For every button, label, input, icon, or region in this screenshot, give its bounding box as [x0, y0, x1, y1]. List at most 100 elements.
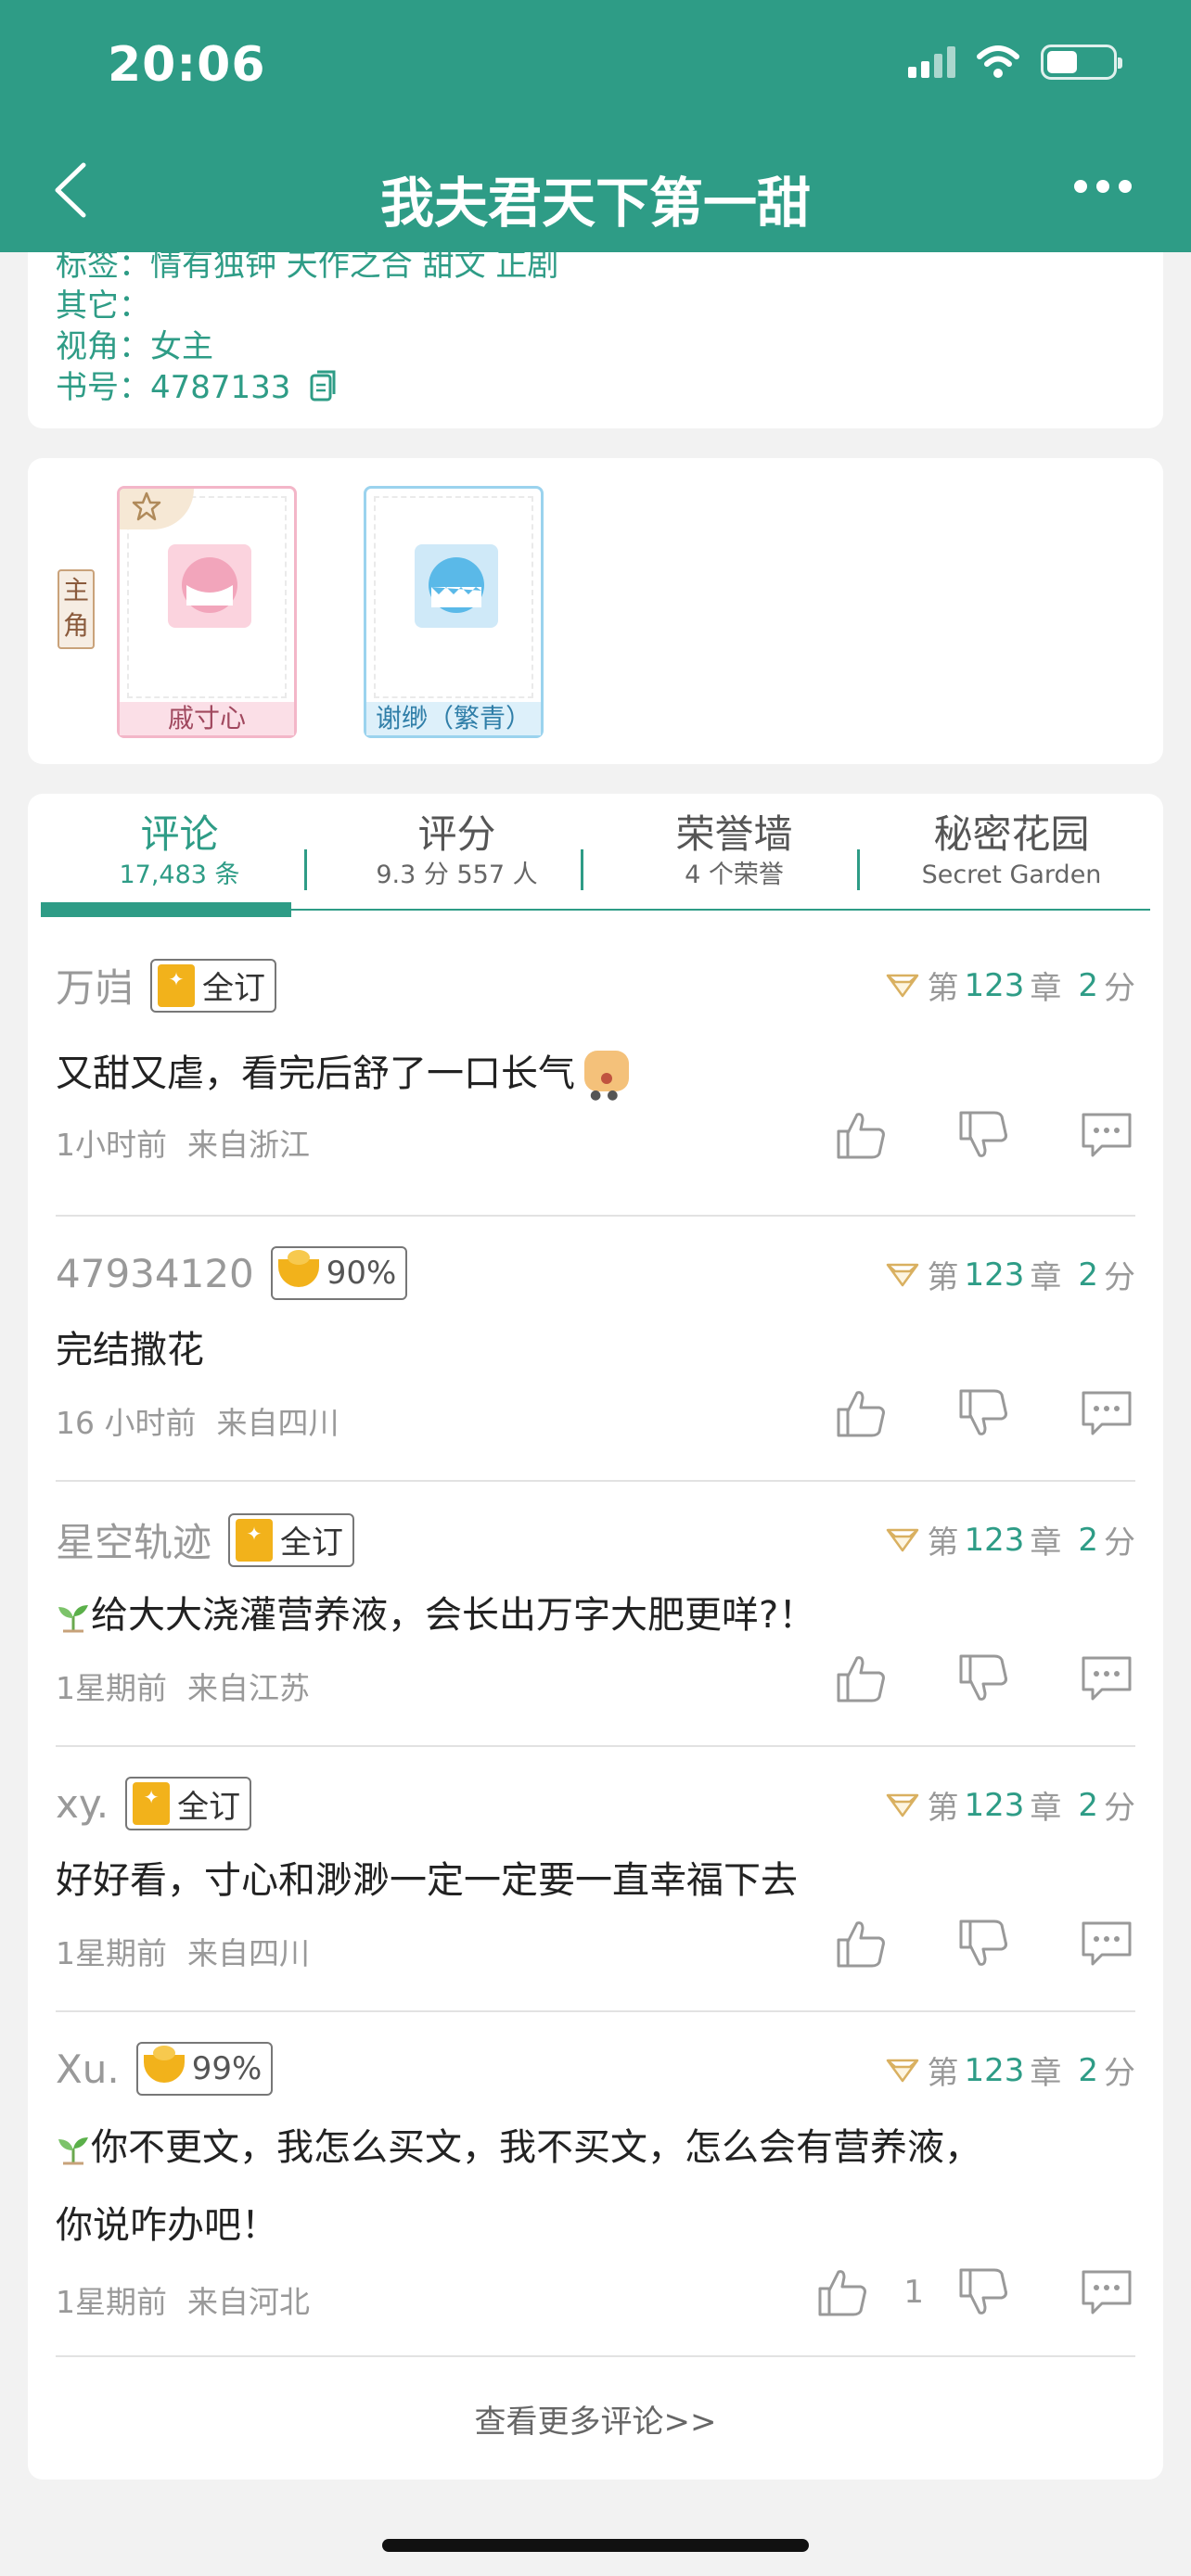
- comment-actions: [768, 1109, 1135, 1161]
- comment-bubble-icon[interactable]: [1078, 2266, 1135, 2318]
- home-indicator[interactable]: [382, 2539, 809, 2552]
- chapter-suffix: 章: [1030, 1259, 1062, 1296]
- comment-bubble-icon[interactable]: [1078, 1109, 1135, 1161]
- subscription-badge: 全订: [150, 958, 277, 1013]
- bookmark-icon: [158, 963, 196, 1007]
- bookmark-icon: [236, 1518, 274, 1562]
- score-number: 2: [1078, 1786, 1098, 1824]
- book-id-row: 书号：4787133: [56, 362, 339, 407]
- like-count: 1: [903, 2274, 924, 2311]
- tab-honor-wall[interactable]: 荣誉墙 4 个荣誉: [596, 810, 873, 890]
- tab-ratings[interactable]: 评分 9.3 分 557 人: [318, 810, 596, 890]
- thumbs-down-icon[interactable]: [955, 1652, 1013, 1704]
- comment-location: 来自四川: [187, 1935, 310, 1971]
- avatar: [415, 544, 498, 628]
- tab-label: 荣誉墙: [675, 811, 793, 857]
- pov-value: 女主: [150, 328, 213, 365]
- chapter-suffix: 章: [1030, 1524, 1062, 1562]
- emoji-face-icon: [584, 1051, 629, 1134]
- score-suffix: 分: [1104, 1790, 1135, 1827]
- characters-card: 主角 戚寸心 谢缈（繁青）: [28, 458, 1163, 764]
- diamond-icon: [887, 1528, 919, 1551]
- comment-username[interactable]: 万岿: [56, 957, 134, 1014]
- badge-text: 99%: [191, 2050, 263, 2087]
- comment-chapter: 第 123 章 2 分: [884, 2047, 1135, 2093]
- comment-bubble-icon[interactable]: [1078, 1652, 1135, 1704]
- comment-username[interactable]: 星空轨迹: [56, 1511, 211, 1568]
- tab-comments[interactable]: 评论 17,483 条: [41, 810, 318, 890]
- chapter-prefix: 第: [927, 1259, 959, 1296]
- comment-username[interactable]: Xu.: [56, 2047, 120, 2092]
- character-card[interactable]: 谢缈（繁青）: [364, 486, 544, 738]
- thumbs-up-icon[interactable]: [833, 1387, 890, 1439]
- tab-separator: [304, 849, 307, 890]
- signal-icon: [908, 46, 955, 78]
- chapter-suffix: 章: [1030, 1790, 1062, 1827]
- tab-label: 评分: [417, 811, 496, 857]
- comment-text: 你不更文，我怎么买文，我不买文，怎么会有营养液，: [56, 2109, 981, 2187]
- thumbs-up-icon[interactable]: [814, 2266, 872, 2318]
- comment-chapter: 第 123 章 2 分: [884, 963, 1135, 1008]
- comment-actions: [768, 1652, 1135, 1704]
- other-row: 其它：: [56, 280, 150, 325]
- comment-body: 又甜又虐，看完后舒了一口长气: [56, 1052, 575, 1095]
- tab-sub: 9.3 分 557 人: [376, 861, 538, 889]
- character-name: 谢缈（繁青）: [366, 702, 541, 735]
- comment-time: 16 小时前: [56, 1405, 197, 1441]
- diamond-icon: [887, 2059, 919, 2082]
- tab-sub: 17,483 条: [119, 861, 240, 889]
- thumbs-up-icon[interactable]: [833, 1109, 890, 1161]
- comment-bubble-icon[interactable]: [1078, 1387, 1135, 1439]
- chapter-prefix: 第: [927, 1524, 959, 1562]
- score-suffix: 分: [1104, 1524, 1135, 1562]
- comment-text: 好好看，寸心和渺渺一定一定要一直幸福下去: [56, 1859, 798, 1902]
- comment-meta: 1星期前 来自四川: [56, 1929, 310, 1973]
- thumbs-down-icon[interactable]: [955, 1918, 1013, 1970]
- character-card[interactable]: 戚寸心: [117, 486, 297, 738]
- chapter-number: 123: [964, 966, 1025, 1004]
- comment-username[interactable]: 47934120: [56, 1251, 254, 1296]
- comment-user: 万岿 全订: [56, 957, 277, 1014]
- book-id-label: 书号：: [56, 369, 150, 406]
- comment-location: 来自四川: [216, 1405, 339, 1441]
- divider: [56, 2355, 1135, 2357]
- thumbs-down-icon[interactable]: [955, 1387, 1013, 1439]
- bookmark-icon: [133, 1782, 171, 1825]
- comment-user: xy. 全订: [56, 1777, 252, 1830]
- tab-secret-garden[interactable]: 秘密花园 Secret Garden: [873, 810, 1150, 890]
- other-label: 其它：: [56, 287, 150, 325]
- thumbs-down-icon[interactable]: [955, 1109, 1013, 1161]
- comment-text: 完结撒花: [56, 1329, 204, 1371]
- chapter-prefix: 第: [927, 2055, 959, 2092]
- thumbs-up-icon[interactable]: [833, 1652, 890, 1704]
- subscription-badge: 全订: [125, 1777, 252, 1830]
- copy-icon[interactable]: [308, 368, 339, 403]
- tab-bar: 评论 17,483 条 评分 9.3 分 557 人 荣誉墙 4 个荣誉 秘密花…: [41, 810, 1150, 890]
- sprout-icon: [58, 1605, 88, 1633]
- status-icons: [908, 45, 1122, 80]
- comment-item: xy. 全订 第123章2分 好好看，寸心和渺渺一定一定要一直幸福下去 1星期前…: [56, 1777, 1135, 2009]
- score-number: 2: [1078, 2051, 1098, 2089]
- avatar: [168, 544, 251, 628]
- comment-bubble-icon[interactable]: [1078, 1918, 1135, 1970]
- wifi-icon: [977, 45, 1019, 78]
- more-comments-link[interactable]: 查看更多评论>>: [28, 2396, 1163, 2442]
- thumbs-down-icon[interactable]: [955, 2266, 1013, 2318]
- comment-chapter: 第 123 章 2 分: [884, 1782, 1135, 1828]
- comment-location: 来自浙江: [187, 1127, 310, 1163]
- tab-label: 秘密花园: [933, 811, 1090, 857]
- score-number: 2: [1078, 1521, 1098, 1559]
- divider: [56, 2010, 1135, 2012]
- subscription-badge: 全订: [228, 1512, 355, 1567]
- score-suffix: 分: [1104, 970, 1135, 1007]
- comment-location: 来自江苏: [187, 1670, 310, 1706]
- book-id-value: 4787133: [150, 369, 291, 406]
- subscription-badge: 90%: [270, 1246, 408, 1300]
- comment-text-line2: 你说咋办吧！: [56, 2204, 278, 2247]
- more-dots-icon[interactable]: [1074, 180, 1132, 193]
- thumbs-up-icon[interactable]: [833, 1918, 890, 1970]
- character-name: 戚寸心: [120, 702, 294, 735]
- sprout-icon: [58, 2137, 88, 2165]
- battery-icon: [1041, 45, 1122, 80]
- comment-username[interactable]: xy.: [56, 1781, 109, 1827]
